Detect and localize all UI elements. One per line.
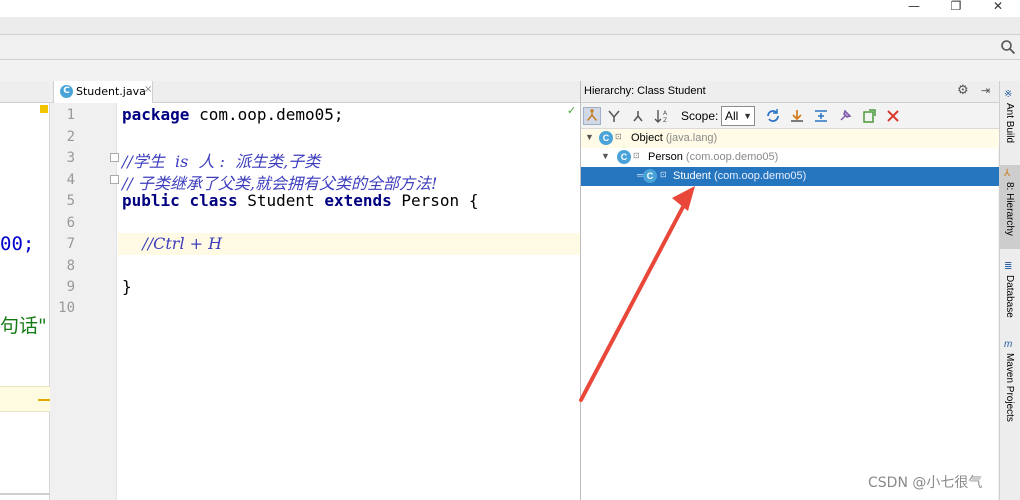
left-tab-bar bbox=[0, 81, 50, 103]
scope-dropdown[interactable]: All ▼ bbox=[721, 106, 755, 126]
tree-node-label: Object (java.lang) bbox=[631, 132, 718, 144]
scope-value: All bbox=[725, 109, 739, 123]
code-line-package: package com.oop.demo05; bbox=[122, 105, 344, 124]
database-icon: ≣ bbox=[1004, 261, 1013, 272]
close-window-button[interactable]: ✕ bbox=[978, 0, 1018, 15]
divider bbox=[0, 493, 50, 495]
line-number: 10 bbox=[58, 300, 75, 316]
code-line-closing-brace: } bbox=[122, 277, 132, 296]
hierarchy-panel: Hierarchy: Class Student ⚙ ⇥ AZ Scope: A… bbox=[580, 81, 999, 500]
line-number: 7 bbox=[66, 236, 75, 252]
tab-student-java[interactable]: C Student.java × bbox=[53, 81, 153, 103]
warning-marker bbox=[40, 105, 48, 113]
hierarchy-header: Hierarchy: Class Student ⚙ ⇥ bbox=[581, 81, 999, 103]
ant-icon: ※ bbox=[1004, 89, 1013, 100]
line-number: 2 bbox=[66, 129, 75, 145]
tree-node-label: Person (com.oop.demo05) bbox=[648, 151, 779, 163]
line-number: 6 bbox=[66, 215, 75, 231]
spacer bbox=[0, 61, 1020, 81]
code-editor: C Student.java × ✓ 1 2 3 4 5 6 7 8 9 10 … bbox=[51, 81, 580, 500]
expand-all-icon[interactable] bbox=[812, 107, 830, 125]
left-editor-fragment: 00; 句话" bbox=[0, 81, 50, 500]
tree-node-person[interactable]: ▼ C ⊡ Person (com.oop.demo05) bbox=[581, 148, 999, 167]
left-code-line: 00; bbox=[0, 233, 35, 255]
tab-database[interactable]: ≣ Database bbox=[1000, 259, 1020, 325]
close-tab-icon[interactable]: × bbox=[144, 84, 152, 95]
chevron-down-icon: ▼ bbox=[743, 111, 752, 121]
maximize-button[interactable]: ❐ bbox=[936, 0, 976, 15]
hierarchy-title: Hierarchy: Class Student bbox=[584, 85, 706, 97]
subtypes-icon[interactable] bbox=[583, 107, 601, 125]
navigation-bar bbox=[0, 35, 1020, 60]
open-icon[interactable] bbox=[860, 107, 878, 125]
class-icon: C bbox=[599, 131, 613, 145]
maven-icon: m bbox=[1004, 339, 1013, 350]
tree-node-student[interactable]: ═ C ⊡ Student (com.oop.demo05) bbox=[581, 167, 999, 186]
main-toolbar bbox=[0, 17, 1020, 35]
sort-icon[interactable]: AZ bbox=[653, 107, 671, 125]
hide-panel-icon[interactable]: ⇥ bbox=[981, 84, 990, 97]
tab-label: Student.java bbox=[76, 85, 146, 98]
pin-icon[interactable] bbox=[836, 107, 854, 125]
line-number: 3 bbox=[66, 150, 75, 166]
lock-icon: ⊡ bbox=[633, 151, 640, 160]
svg-text:Z: Z bbox=[663, 117, 667, 124]
left-code-line-string: 句话" bbox=[0, 315, 47, 337]
title-bar: — ❐ ✕ bbox=[0, 0, 1020, 17]
tree-node-object[interactable]: ▼ C ⊡ Object (java.lang) bbox=[581, 129, 999, 148]
chevron-down-icon[interactable]: ▼ bbox=[601, 151, 610, 161]
code-area[interactable]: package com.oop.demo05; //学生 is 人 : 派生类,… bbox=[118, 103, 580, 500]
left-line-mark bbox=[38, 399, 50, 401]
lock-icon: ⊡ bbox=[660, 170, 667, 179]
code-line-comment-shortcut: //Ctrl + H bbox=[122, 234, 223, 253]
export-icon[interactable] bbox=[788, 107, 806, 125]
chevron-down-icon[interactable]: ▼ bbox=[585, 132, 594, 142]
code-line-class-declaration: public class Student extends Person { bbox=[122, 191, 479, 210]
editor-tab-bar: C Student.java × bbox=[51, 81, 580, 103]
lock-icon: ⊡ bbox=[615, 132, 622, 141]
tab-hierarchy[interactable]: ⅄ 8: Hierarchy bbox=[1000, 165, 1020, 249]
line-number: 9 bbox=[66, 279, 75, 295]
search-icon[interactable] bbox=[1000, 39, 1016, 55]
tab-maven-projects[interactable]: m Maven Projects bbox=[1000, 337, 1020, 435]
left-current-line bbox=[0, 386, 50, 412]
gear-icon[interactable]: ⚙ bbox=[957, 83, 969, 98]
class-icon: C bbox=[643, 169, 657, 183]
line-number: 8 bbox=[66, 258, 75, 274]
hierarchy-toolbar: AZ Scope: All ▼ bbox=[581, 103, 999, 129]
line-number: 1 bbox=[66, 107, 75, 123]
scope-label: Scope: bbox=[681, 109, 719, 123]
watermark: CSDN @小七很气 bbox=[868, 475, 983, 491]
tool-window-strip: ※ Ant Build ⅄ 8: Hierarchy ≣ Database m … bbox=[999, 81, 1020, 500]
line-number-gutter: 1 2 3 4 5 6 7 8 9 10 bbox=[51, 103, 119, 500]
refresh-icon[interactable] bbox=[764, 107, 782, 125]
svg-text:A: A bbox=[663, 110, 668, 117]
class-hierarchy-icon[interactable] bbox=[629, 107, 647, 125]
line-number: 4 bbox=[66, 172, 75, 188]
hierarchy-icon: ⅄ bbox=[1004, 168, 1011, 179]
ide-window: — ❐ ✕ 00; 句话" C Student.java × ✓ 1 2 3 4… bbox=[0, 0, 1020, 500]
minimize-button[interactable]: — bbox=[894, 0, 934, 15]
supertypes-icon[interactable] bbox=[605, 107, 623, 125]
tree-node-label: Student (com.oop.demo05) bbox=[673, 170, 807, 182]
close-icon[interactable] bbox=[884, 107, 902, 125]
code-line-comment-1: //学生 is 人 : 派生类,子类 bbox=[122, 152, 321, 171]
tab-ant-build[interactable]: ※ Ant Build bbox=[1000, 87, 1020, 159]
class-icon: C bbox=[60, 85, 73, 98]
line-number: 5 bbox=[66, 193, 75, 209]
class-icon: C bbox=[617, 150, 631, 164]
